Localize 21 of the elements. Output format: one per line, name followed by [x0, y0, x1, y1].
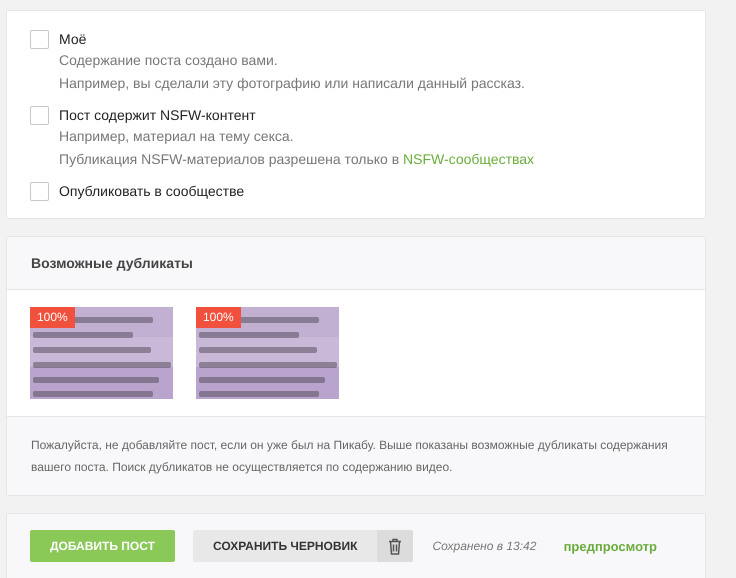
option-description: Содержание поста создано вами. [59, 51, 279, 70]
community-link[interactable]: NSFW-сообществах [403, 151, 534, 167]
saved-status: Сохранено в 13:42 [432, 539, 536, 553]
option-description: Публикация NSFW-материалов разрешена только в NSFW-сообществах [59, 150, 534, 169]
duplicates-note: Пожалуйста, не добавляйте пост, если он уже был на Пикабу. Выше показаны возможные дубликаты содержания вашего поста. Поиск дубликатов не осуществляется по содержанию видео. [7, 417, 705, 495]
match-badge: 100% [196, 307, 241, 328]
option-description: Например, вы сделали эту фотографию или написали данный рассказ. [59, 74, 525, 93]
delete-draft-button[interactable] [377, 530, 414, 562]
checkbox[interactable] [30, 182, 49, 201]
checkbox[interactable] [30, 106, 49, 125]
match-badge: 100% [30, 307, 75, 328]
option-label: Моё [59, 30, 88, 49]
checkbox[interactable] [30, 30, 49, 49]
option-label: Опубликовать в сообществе [59, 182, 244, 201]
save-draft-button[interactable]: СОХРАНИТЬ ЧЕРНОВИК [192, 530, 378, 562]
trash-icon [388, 538, 402, 554]
add-post-button[interactable]: ДОБАВИТЬ ПОСТ [30, 530, 175, 562]
option-description: Например, материал на тему секса. [59, 127, 295, 146]
option-label: Пост содержит NSFW-контент [59, 106, 257, 125]
section-title: Возможные дубликаты [7, 237, 705, 290]
preview-link[interactable]: предпросмотр [564, 538, 657, 554]
